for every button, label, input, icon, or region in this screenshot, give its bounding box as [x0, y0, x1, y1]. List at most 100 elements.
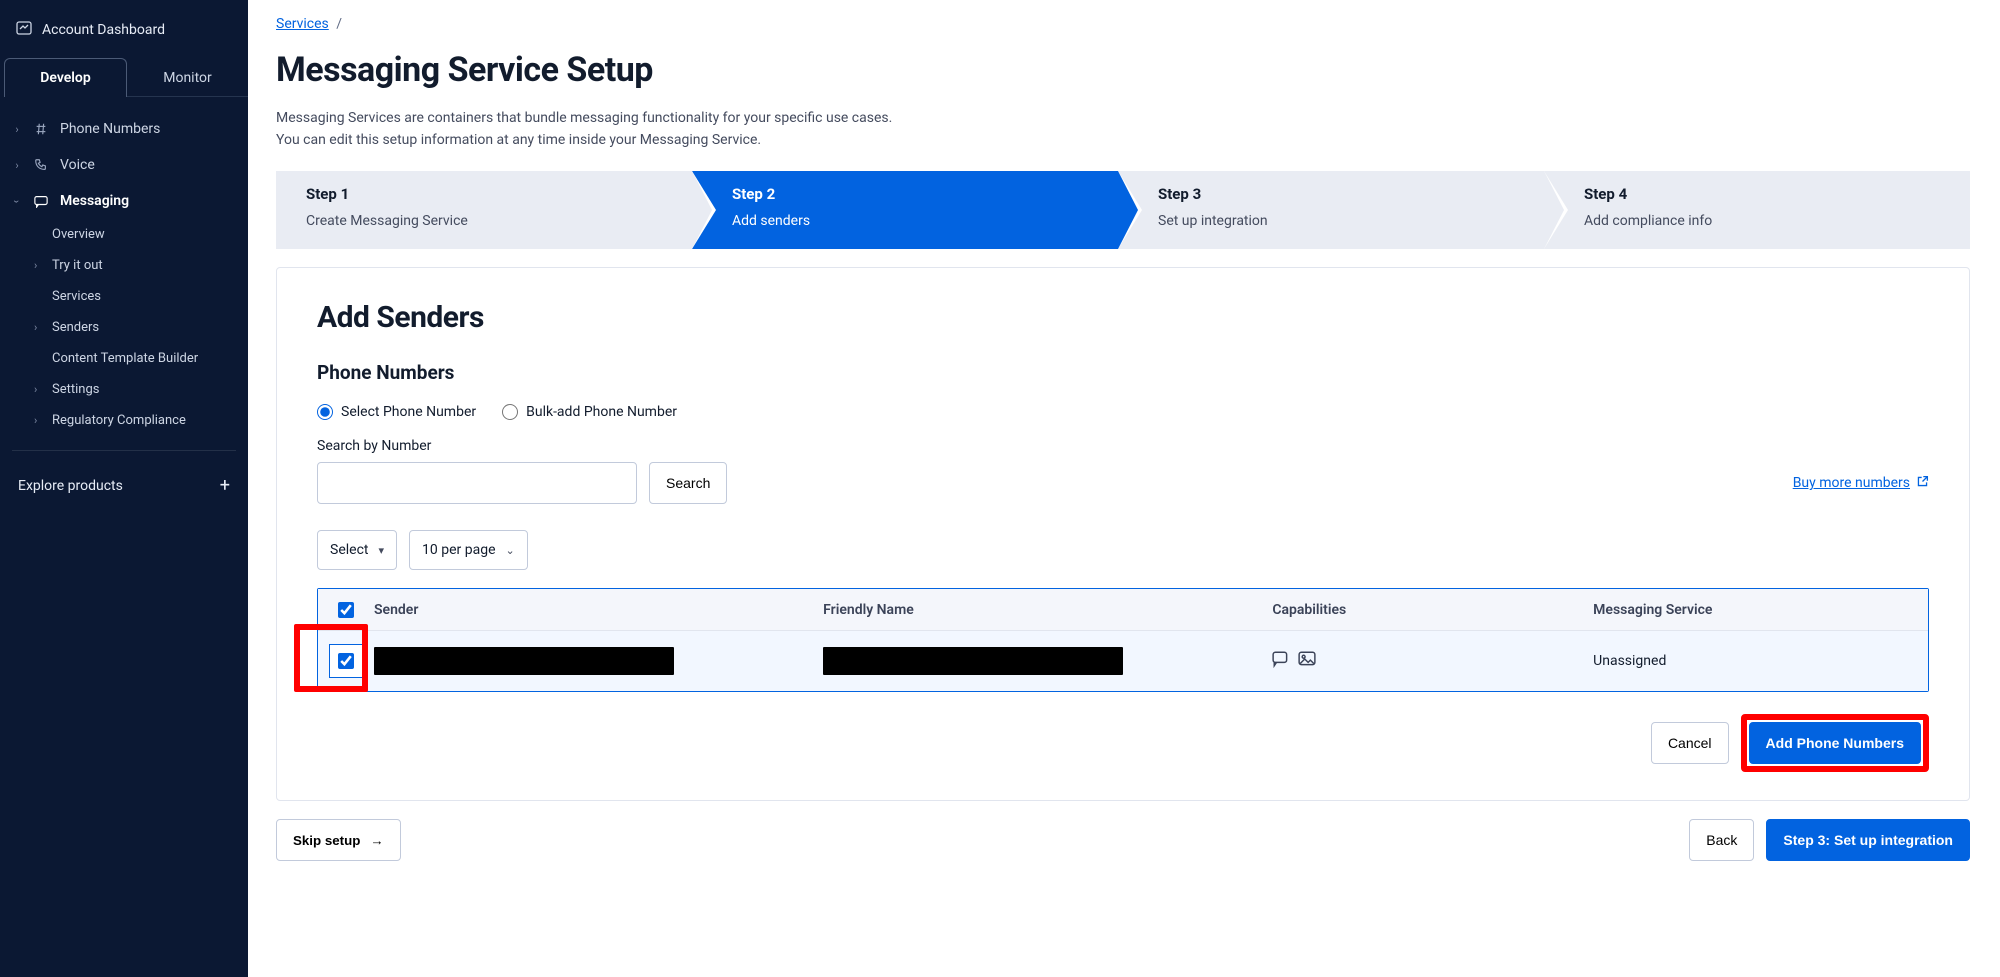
sidebar-tabs: Develop Monitor [0, 58, 248, 97]
search-label: Search by Number [317, 438, 1929, 454]
step-4-text: Add compliance info [1584, 213, 1940, 229]
col-sender: Sender [374, 602, 823, 618]
col-capabilities: Capabilities [1272, 602, 1593, 618]
buy-more-numbers-label: Buy more numbers [1793, 475, 1910, 491]
setup-stepper: Step 1 Create Messaging Service Step 2 A… [276, 171, 1970, 249]
step-2-label: Step 2 [732, 185, 1088, 203]
buy-more-numbers-link[interactable]: Buy more numbers [1793, 475, 1929, 492]
phone-icon [32, 158, 50, 172]
page-title: Messaging Service Setup [276, 50, 1970, 90]
chevron-right-icon: › [34, 383, 44, 396]
search-input[interactable] [317, 462, 637, 504]
subnav-ctb-label: Content Template Builder [52, 351, 198, 366]
main-content: Services / Messaging Service Setup Messa… [248, 0, 2000, 977]
page-footer: Skip setup → Back Step 3: Set up integra… [276, 819, 1970, 861]
chevron-right-icon: › [34, 259, 44, 272]
subnav-try-it-out[interactable]: ›Try it out [52, 250, 248, 281]
col-messaging-service: Messaging Service [1593, 602, 1914, 618]
tab-monitor[interactable]: Monitor [127, 58, 248, 97]
skip-setup-label: Skip setup [293, 833, 360, 848]
mms-capability-icon [1298, 650, 1316, 672]
skip-setup-button[interactable]: Skip setup → [276, 819, 401, 861]
subnav-services[interactable]: Services [52, 281, 248, 312]
step-1-label: Step 1 [306, 185, 662, 203]
card-title: Add Senders [317, 300, 1929, 335]
radio-bulk-add[interactable]: Bulk-add Phone Number [502, 404, 677, 420]
subnav-try-it-out-label: Try it out [52, 258, 103, 273]
table-header: Sender Friendly Name Capabilities Messag… [318, 589, 1928, 631]
per-page-dropdown-label: 10 per page [422, 542, 495, 558]
card-subtitle: Phone Numbers [317, 361, 1929, 384]
nav-phone-numbers[interactable]: › Phone Numbers [0, 111, 248, 147]
chevron-right-icon: › [34, 414, 44, 427]
row-messaging-service: Unassigned [1593, 653, 1914, 669]
step-1[interactable]: Step 1 Create Messaging Service [276, 171, 692, 249]
radio-select-number[interactable]: Select Phone Number [317, 404, 476, 420]
subnav-settings[interactable]: ›Settings [52, 374, 248, 405]
highlight-annotation: Add Phone Numbers [1741, 714, 1929, 772]
step-3-text: Set up integration [1158, 213, 1514, 229]
step-2[interactable]: Step 2 Add senders [692, 171, 1118, 249]
redacted-sender [374, 647, 674, 675]
tab-develop[interactable]: Develop [4, 58, 127, 97]
arrow-right-icon: → [370, 833, 383, 848]
subnav-content-template-builder[interactable]: Content Template Builder [52, 343, 248, 374]
radio-bulk-add-label: Bulk-add Phone Number [526, 404, 677, 420]
row-checkbox[interactable] [338, 653, 354, 669]
cancel-button[interactable]: Cancel [1651, 722, 1729, 764]
step-3-label: Step 3 [1158, 185, 1514, 203]
table-row[interactable]: Unassigned [318, 631, 1928, 691]
step-2-text: Add senders [732, 213, 1088, 229]
breadcrumb-services[interactable]: Services [276, 16, 329, 32]
sidebar-divider [12, 450, 236, 451]
chevron-down-icon: › [11, 196, 24, 206]
per-page-dropdown[interactable]: 10 per page ⌄ [409, 530, 528, 570]
chevron-right-icon: › [12, 123, 22, 136]
radio-select-number-label: Select Phone Number [341, 404, 476, 420]
plus-icon: + [220, 475, 230, 496]
radio-group: Select Phone Number Bulk-add Phone Numbe… [317, 404, 1929, 420]
nav-messaging[interactable]: › Messaging [0, 183, 248, 219]
col-friendly-name: Friendly Name [823, 602, 1272, 618]
search-button[interactable]: Search [649, 462, 727, 504]
sidebar-nav: › Phone Numbers › Voice › Messaging [0, 97, 248, 506]
subnav-overview-label: Overview [52, 227, 105, 242]
chevron-down-icon: ⌄ [506, 544, 515, 557]
add-senders-card: Add Senders Phone Numbers Select Phone N… [276, 267, 1970, 801]
add-phone-numbers-button[interactable]: Add Phone Numbers [1749, 722, 1921, 764]
subnav-settings-label: Settings [52, 382, 99, 397]
subnav-regulatory-compliance[interactable]: ›Regulatory Compliance [52, 405, 248, 436]
hash-icon [32, 122, 50, 136]
nav-messaging-label: Messaging [60, 193, 129, 209]
senders-table: Sender Friendly Name Capabilities Messag… [317, 588, 1929, 692]
page-description: Messaging Services are containers that b… [276, 108, 1176, 151]
sidebar: Account Dashboard Develop Monitor › Phon… [0, 0, 248, 977]
next-step-button[interactable]: Step 3: Set up integration [1766, 819, 1970, 861]
radio-select-number-input[interactable] [317, 404, 333, 420]
nav-voice[interactable]: › Voice [0, 147, 248, 183]
nav-voice-label: Voice [60, 157, 95, 173]
message-icon [32, 194, 50, 208]
redacted-friendly-name [823, 647, 1123, 675]
breadcrumb-separator: / [336, 16, 342, 32]
messaging-subnav: Overview ›Try it out Services ›Senders C… [0, 219, 248, 436]
select-dropdown[interactable]: Select ▾ [317, 530, 397, 570]
step-1-text: Create Messaging Service [306, 213, 662, 229]
chevron-right-icon: › [34, 321, 44, 334]
subnav-overview[interactable]: Overview [52, 219, 248, 250]
step-4-label: Step 4 [1584, 185, 1940, 203]
select-dropdown-label: Select [330, 542, 368, 558]
external-link-icon [1916, 475, 1929, 492]
step-4[interactable]: Step 4 Add compliance info [1544, 171, 1970, 249]
page-desc-line2: You can edit this setup information at a… [276, 132, 761, 148]
select-all-checkbox[interactable] [338, 602, 354, 618]
subnav-senders[interactable]: ›Senders [52, 312, 248, 343]
subnav-regulatory-label: Regulatory Compliance [52, 413, 186, 428]
explore-products[interactable]: Explore products + [0, 465, 248, 506]
account-dashboard-link[interactable]: Account Dashboard [0, 0, 248, 58]
step-3[interactable]: Step 3 Set up integration [1118, 171, 1544, 249]
radio-bulk-add-input[interactable] [502, 404, 518, 420]
back-button[interactable]: Back [1689, 819, 1754, 861]
account-dashboard-label: Account Dashboard [42, 22, 165, 38]
page-desc-line1: Messaging Services are containers that b… [276, 110, 892, 126]
